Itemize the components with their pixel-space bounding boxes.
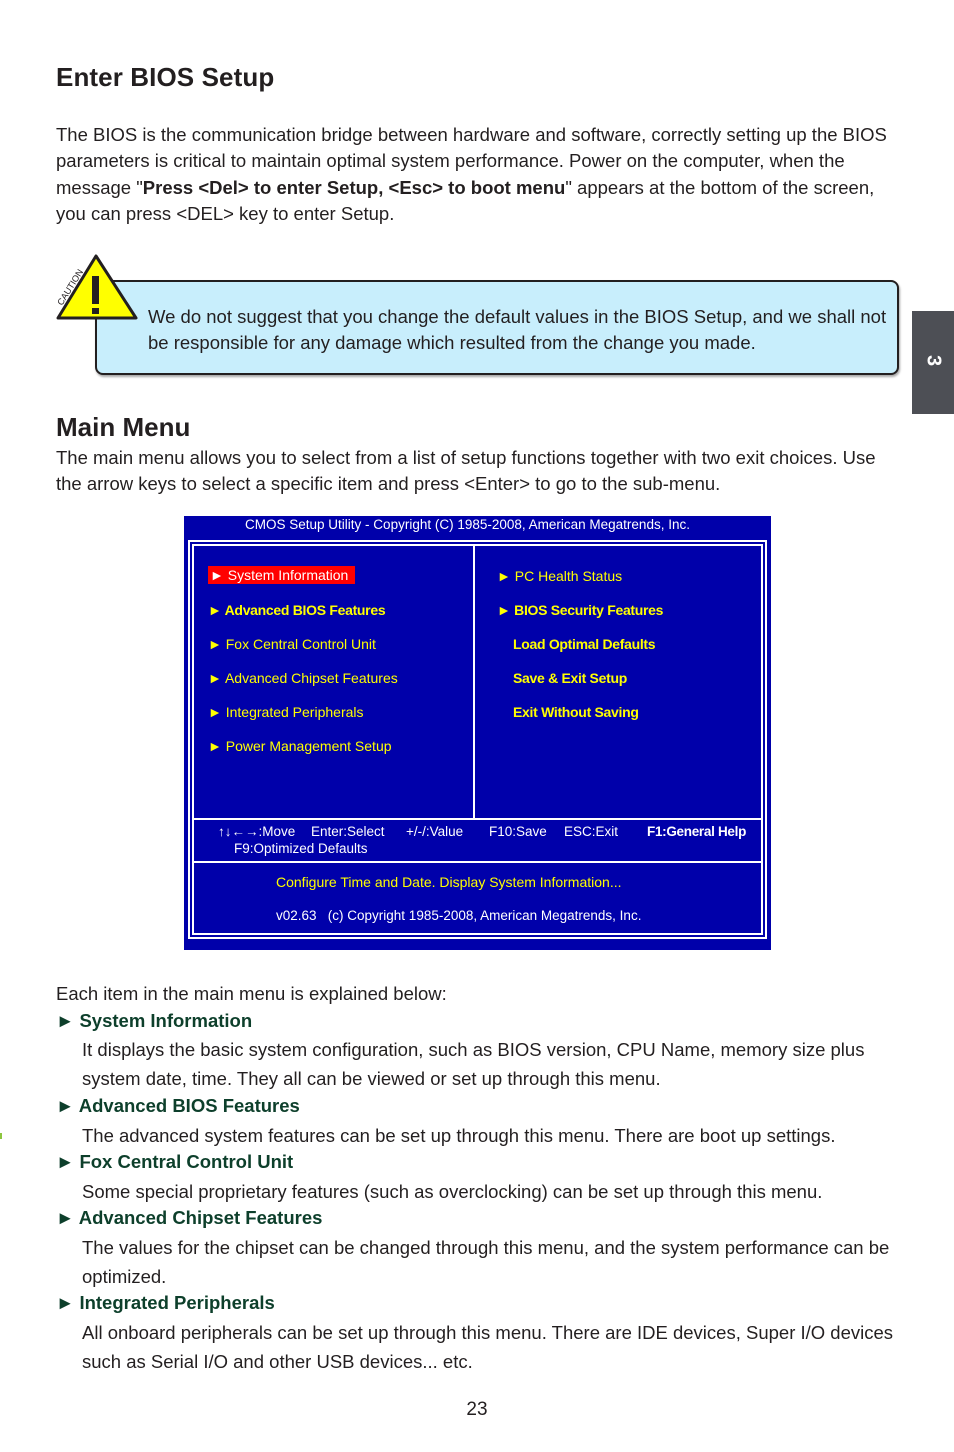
margin-mark <box>0 1133 2 1139</box>
bios-key-help: F1:General Help <box>647 824 747 839</box>
explanation-heading: ► Fox Central Control Unit <box>56 1151 294 1172</box>
intro-paragraph: The BIOS is the communication bridge bet… <box>56 122 896 227</box>
page-number: 23 <box>466 1399 488 1420</box>
explanation-text: All onboard peripherals can be set up th… <box>82 1322 894 1372</box>
bios-screenshot: CMOS Setup Utility - Copyright (C) 1985-… <box>184 516 771 950</box>
bios-item-fox-central-control-unit[interactable]: ► Fox Central Control Unit <box>208 635 376 653</box>
bios-divider <box>192 861 763 863</box>
bios-item-pc-health-status[interactable]: ► PC Health Status <box>497 567 622 585</box>
chapter-number: 3 <box>922 354 945 367</box>
main-menu-description: The main menu allows you to select from … <box>56 447 876 495</box>
explanations-intro: Each item in the main menu is explained … <box>56 983 447 1004</box>
explanation-text: It displays the basic system configurati… <box>82 1039 865 1089</box>
explanation-text: Some special proprietary features (such … <box>82 1181 823 1202</box>
bios-header: CMOS Setup Utility - Copyright (C) 1985-… <box>245 517 690 532</box>
bios-key-save: F10:Save <box>489 824 547 839</box>
explanation-heading: ► Advanced Chipset Features <box>56 1207 323 1228</box>
bios-column-divider <box>473 544 475 820</box>
explanation-heading: ► Integrated Peripherals <box>56 1292 275 1313</box>
bios-item-integrated-peripherals[interactable]: ► Integrated Peripherals <box>208 703 364 721</box>
bios-key-exit: ESC:Exit <box>564 824 619 839</box>
bios-item-power-management-setup[interactable]: ► Power Management Setup <box>208 737 392 755</box>
bios-key-value: +/-/:Value <box>406 824 464 839</box>
bios-help-text: Configure Time and Date. Display System … <box>276 874 622 890</box>
chapter-tab: 3 <box>912 311 954 414</box>
main-menu-title: Main Menu <box>56 412 191 442</box>
bios-item-save-exit-setup[interactable]: Save & Exit Setup <box>513 669 627 687</box>
caution-text: We do not suggest that you change the de… <box>148 306 887 353</box>
explanation-heading: ► System Information <box>56 1010 253 1031</box>
explanation-text: The advanced system features can be set … <box>82 1125 836 1146</box>
bios-key-move: ↑↓←→:Move <box>218 824 296 839</box>
bios-key-select: Enter:Select <box>311 824 385 839</box>
explanation-text: The values for the chipset can be change… <box>82 1237 890 1287</box>
bios-item-bios-security-features[interactable]: ► BIOS Security Features <box>497 601 663 619</box>
bios-version-line: v02.63 (c) Copyright 1985-2008, American… <box>276 908 642 923</box>
bios-item-system-information[interactable]: ► System Information <box>208 566 356 584</box>
bios-item-load-optimal-defaults[interactable]: Load Optimal Defaults <box>513 635 656 653</box>
bios-key-defaults: F9:Optimized Defaults <box>234 841 368 856</box>
explanation-heading: ► Advanced BIOS Features <box>56 1095 300 1116</box>
bios-divider <box>192 818 763 820</box>
bios-item-advanced-bios-features[interactable]: ► Advanced BIOS Features <box>208 601 386 619</box>
caution-warning-icon: CAUTION <box>55 254 138 320</box>
intro-bold-message: Press <Del> to enter Setup, <Esc> to boo… <box>142 176 566 198</box>
bios-item-exit-without-saving[interactable]: Exit Without Saving <box>513 703 639 721</box>
bios-item-advanced-chipset-features[interactable]: ► Advanced Chipset Features <box>208 669 398 687</box>
page-title: Enter BIOS Setup <box>56 62 275 92</box>
